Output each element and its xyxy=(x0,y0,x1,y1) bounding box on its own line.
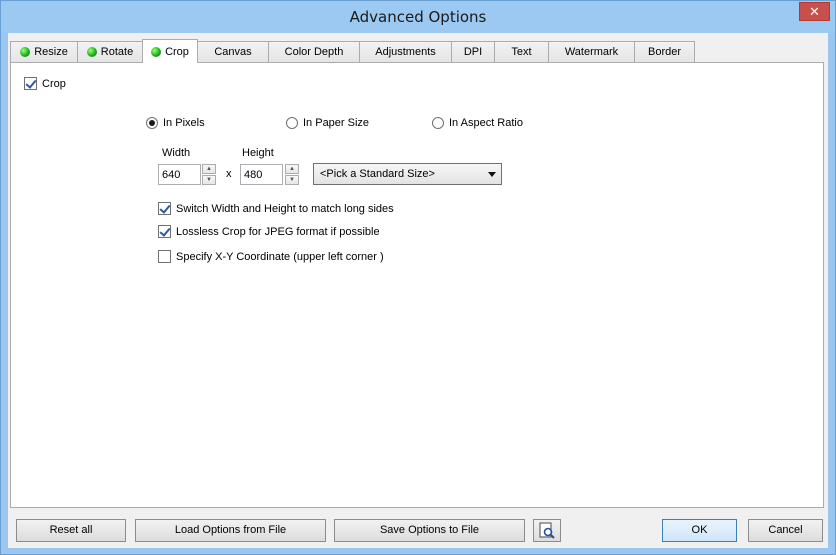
close-button[interactable]: ✕ xyxy=(799,2,830,21)
tab-crop[interactable]: Crop xyxy=(142,39,198,63)
mode-in-pixels[interactable]: In Pixels xyxy=(146,117,205,129)
spin-down-icon[interactable]: ▼ xyxy=(202,175,216,185)
tab-rotate[interactable]: Rotate xyxy=(77,41,143,62)
width-label: Width xyxy=(162,147,191,159)
cancel-button[interactable]: Cancel xyxy=(748,519,823,542)
width-spinner[interactable]: ▲ ▼ xyxy=(202,164,216,185)
tab-label: Resize xyxy=(34,46,68,58)
magnifier-page-icon xyxy=(539,522,555,539)
in-paper-size-label: In Paper Size xyxy=(303,117,370,129)
spin-up-icon[interactable]: ▲ xyxy=(285,164,299,174)
height-input[interactable]: 480 xyxy=(240,164,283,185)
in-aspect-ratio-label: In Aspect Ratio xyxy=(449,117,523,129)
save-options-button[interactable]: Save Options to File xyxy=(334,519,525,542)
tab-label: Color Depth xyxy=(284,46,344,58)
crop-enable-option[interactable]: Crop xyxy=(24,77,66,90)
title-bar[interactable]: Advanced Options ✕ xyxy=(1,1,835,33)
tab-adjustments[interactable]: Adjustments xyxy=(359,41,452,62)
tab-label: Rotate xyxy=(100,46,134,58)
tab-resize[interactable]: Resize xyxy=(10,41,78,62)
spin-down-icon[interactable]: ▼ xyxy=(285,175,299,185)
xy-coordinate-label: Specify X-Y Coordinate (upper left corne… xyxy=(176,250,384,263)
tab-canvas[interactable]: Canvas xyxy=(197,41,269,62)
tab-border[interactable]: Border xyxy=(634,41,695,62)
height-spinner[interactable]: ▲ ▼ xyxy=(285,164,299,185)
in-pixels-radio[interactable] xyxy=(146,117,158,129)
xy-coordinate-checkbox[interactable] xyxy=(158,250,171,263)
switch-sides-label: Switch Width and Height to match long si… xyxy=(176,202,394,215)
height-label: Height xyxy=(242,147,274,159)
lossless-jpeg-label: Lossless Crop for JPEG format if possibl… xyxy=(176,225,380,238)
tab-label: Border xyxy=(647,46,682,58)
dialog-client-area: Resize Rotate Crop Canvas Color Depth Ad… xyxy=(8,33,828,548)
in-aspect-ratio-radio[interactable] xyxy=(432,117,444,129)
mode-in-aspect-ratio[interactable]: In Aspect Ratio xyxy=(432,117,523,129)
width-input[interactable]: 640 xyxy=(158,164,201,185)
standard-size-dropdown[interactable]: <Pick a Standard Size> xyxy=(313,163,502,185)
tab-watermark[interactable]: Watermark xyxy=(548,41,635,62)
preview-button[interactable] xyxy=(533,519,561,542)
option-switch-sides[interactable]: Switch Width and Height to match long si… xyxy=(158,202,394,215)
in-pixels-label: In Pixels xyxy=(163,117,205,129)
tab-strip: Resize Rotate Crop Canvas Color Depth Ad… xyxy=(10,39,695,63)
crop-panel: Crop In Pixels In Paper Size In Aspect R… xyxy=(10,62,824,508)
lossless-jpeg-checkbox[interactable] xyxy=(158,225,171,238)
dropdown-arrow-icon xyxy=(488,172,496,177)
tab-label: Text xyxy=(511,46,532,58)
in-paper-size-radio[interactable] xyxy=(286,117,298,129)
tab-color-depth[interactable]: Color Depth xyxy=(268,41,360,62)
standard-size-value: <Pick a Standard Size> xyxy=(320,168,435,180)
status-led-icon xyxy=(20,47,31,57)
crop-enable-label: Crop xyxy=(42,77,66,90)
tab-label: DPI xyxy=(463,46,483,58)
times-label: x xyxy=(226,168,232,180)
mode-in-paper-size[interactable]: In Paper Size xyxy=(286,117,369,129)
tab-label: Canvas xyxy=(214,46,252,58)
tab-label: Adjustments xyxy=(375,46,436,58)
tab-label: Watermark xyxy=(564,46,619,58)
reset-all-button[interactable]: Reset all xyxy=(16,519,126,542)
ok-button[interactable]: OK xyxy=(662,519,737,542)
spin-up-icon[interactable]: ▲ xyxy=(202,164,216,174)
switch-sides-checkbox[interactable] xyxy=(158,202,171,215)
tab-text[interactable]: Text xyxy=(494,41,549,62)
window-title: Advanced Options xyxy=(349,8,487,26)
option-lossless-jpeg[interactable]: Lossless Crop for JPEG format if possibl… xyxy=(158,225,380,238)
tab-dpi[interactable]: DPI xyxy=(451,41,495,62)
crop-enable-checkbox[interactable] xyxy=(24,77,37,90)
load-options-button[interactable]: Load Options from File xyxy=(135,519,326,542)
option-xy-coordinate[interactable]: Specify X-Y Coordinate (upper left corne… xyxy=(158,250,384,263)
tab-label: Crop xyxy=(165,45,189,58)
status-led-icon xyxy=(151,46,162,57)
advanced-options-window: Advanced Options ✕ Resize Rotate Crop Ca… xyxy=(0,0,836,555)
status-led-icon xyxy=(86,47,97,57)
